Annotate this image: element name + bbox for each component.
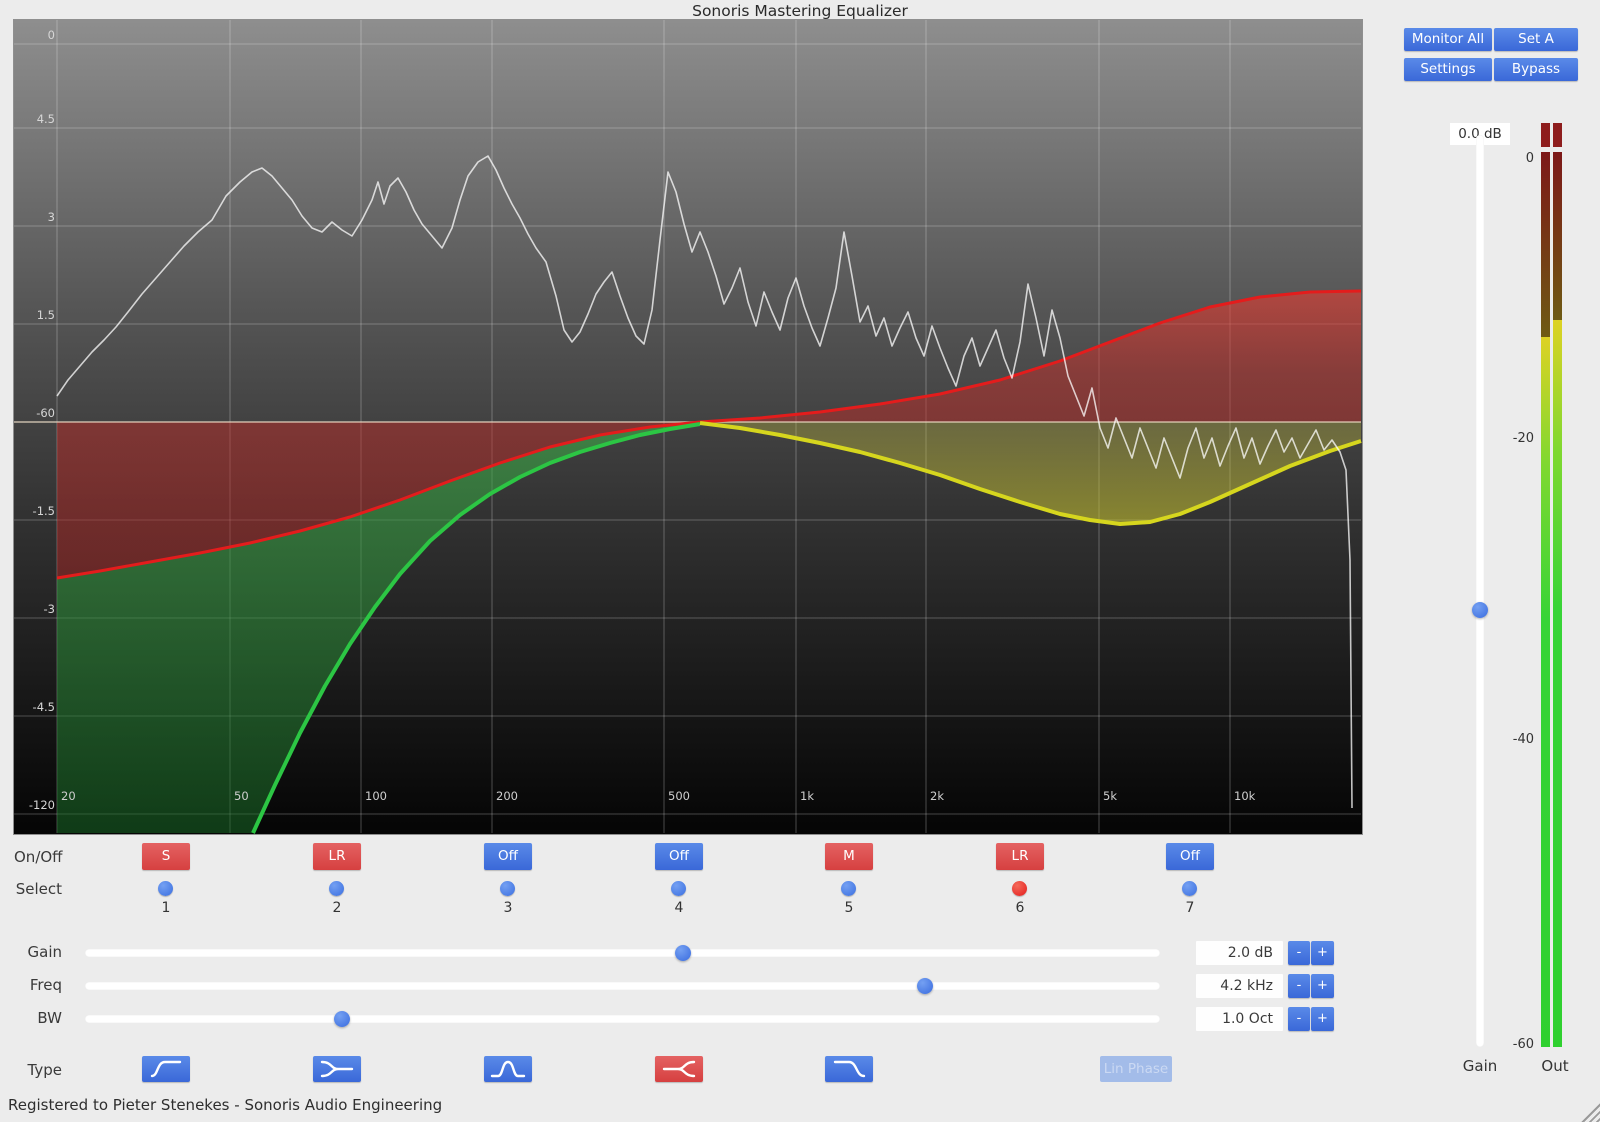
freq-axis-label: 2k [930, 789, 944, 803]
settings-button[interactable]: Settings [1404, 58, 1492, 81]
output-meter-label: Out [1533, 1057, 1577, 1075]
freq-param-label: Freq [14, 976, 62, 994]
lowpass-filter-icon [825, 1056, 873, 1082]
db-axis-label: -60 [36, 406, 55, 420]
set-a-button[interactable]: Set A [1494, 28, 1578, 51]
db-axis-label: 3 [48, 210, 55, 224]
band-2-select-radio[interactable] [329, 881, 344, 896]
freq-axis-label: 1k [800, 789, 814, 803]
band-2-number: 2 [323, 900, 351, 918]
output-gain-slider-track[interactable] [1476, 135, 1484, 1047]
bypass-button[interactable]: Bypass [1494, 58, 1578, 81]
peak-filter-icon [484, 1056, 532, 1082]
freq-axis-label: 200 [496, 789, 518, 803]
gain-value-box: 2.0 dB [1196, 941, 1283, 965]
freq-axis-label: 10k [1234, 789, 1256, 803]
gain-param-label: Gain [14, 943, 62, 961]
band-1-onoff-button[interactable]: S [142, 843, 190, 870]
bw-increment-button[interactable]: + [1311, 1007, 1334, 1031]
db-axis-label: 0 [48, 28, 55, 42]
db-axis-label: -3 [44, 602, 55, 616]
meter-scale-label: 0 [1478, 151, 1534, 167]
monitor-all-button[interactable]: Monitor All [1404, 28, 1492, 51]
freq-axis-label: 50 [234, 789, 249, 803]
highpass-filter-icon [142, 1056, 190, 1082]
band-4-select-radio[interactable] [671, 881, 686, 896]
band-7-onoff-button[interactable]: Off [1166, 843, 1214, 870]
eq-graph[interactable]: 0 4.5 3 1.5 -60 -1.5 -3 -4.5 -120 20 50 100 200 500 1k… [14, 20, 1362, 834]
freq-slider-track[interactable] [85, 982, 1160, 990]
band-5-select-radio[interactable] [841, 881, 856, 896]
eq-graph-panel[interactable]: 0 4.5 3 1.5 -60 -1.5 -3 -4.5 -120 20 50 100 200 500 1k… [13, 19, 1363, 835]
band-3-type-button[interactable] [484, 1056, 532, 1082]
band-1-type-button[interactable] [142, 1056, 190, 1082]
gain-slider-track[interactable] [85, 949, 1160, 957]
bw-value-box: 1.0 Oct [1196, 1007, 1283, 1031]
db-axis-label: 1.5 [37, 308, 55, 322]
plugin-window: Sonoris Mastering Equalizer 04.531.5-60-… [0, 0, 1600, 1122]
band-4-number: 4 [665, 900, 693, 918]
band-3-onoff-button[interactable]: Off [484, 843, 532, 870]
band-3-number: 3 [494, 900, 522, 918]
freq-value-box: 4.2 kHz [1196, 974, 1283, 998]
output-gain-slider-thumb[interactable] [1472, 602, 1488, 618]
band-7-select-radio[interactable] [1182, 881, 1197, 896]
meter-left-peak-cap [1541, 123, 1550, 147]
bw-param-label: BW [14, 1009, 62, 1027]
type-row-label: Type [14, 1061, 62, 1079]
freq-increment-button[interactable]: + [1311, 974, 1334, 998]
freq-axis-label: 20 [61, 789, 76, 803]
highshelf-filter-icon [655, 1056, 703, 1082]
band-1-select-radio[interactable] [158, 881, 173, 896]
band-6-select-radio[interactable] [1012, 881, 1027, 896]
freq-decrement-button[interactable]: - [1288, 974, 1310, 998]
meter-right-bar-upper [1553, 152, 1562, 320]
meter-right-peak-cap [1553, 123, 1562, 147]
bw-slider-track[interactable] [85, 1015, 1160, 1023]
bw-slider-thumb[interactable] [334, 1011, 350, 1027]
db-axis-label: -1.5 [33, 504, 55, 518]
band-4-type-button[interactable] [655, 1056, 703, 1082]
band-2-type-button[interactable] [313, 1056, 361, 1082]
onoff-row-label: On/Off [14, 848, 62, 866]
meter-scale-label: -20 [1478, 431, 1534, 447]
footer-registration: Registered to Pieter Stenekes - Sonoris … [8, 1096, 442, 1114]
gain-decrement-button[interactable]: - [1288, 941, 1310, 965]
freq-slider-thumb[interactable] [917, 978, 933, 994]
db-axis-label: 4.5 [37, 112, 55, 126]
band-6-number: 6 [1006, 900, 1034, 918]
band-5-type-button[interactable] [825, 1056, 873, 1082]
freq-axis-label: 100 [365, 789, 387, 803]
resize-grip[interactable] [1578, 1100, 1600, 1122]
band-5-number: 5 [835, 900, 863, 918]
meter-scale-label: -40 [1478, 732, 1534, 748]
db-axis-label: -4.5 [33, 700, 55, 714]
gain-slider-thumb[interactable] [675, 945, 691, 961]
lin-phase-button[interactable]: Lin Phase [1100, 1056, 1172, 1082]
gain-increment-button[interactable]: + [1311, 941, 1334, 965]
band-3-select-radio[interactable] [500, 881, 515, 896]
meter-right-bar-lower [1553, 320, 1562, 1047]
bw-decrement-button[interactable]: - [1288, 1007, 1310, 1031]
band-6-onoff-button[interactable]: LR [996, 843, 1044, 870]
band-4-onoff-button[interactable]: Off [655, 843, 703, 870]
band-5-onoff-button[interactable]: M [825, 843, 873, 870]
window-title: Sonoris Mastering Equalizer [0, 2, 1600, 20]
band-2-onoff-button[interactable]: LR [313, 843, 361, 870]
db-axis-label: -120 [29, 798, 55, 812]
band-7-number: 7 [1176, 900, 1204, 918]
meter-left-bar-lower [1541, 337, 1550, 1047]
freq-axis-label: 500 [668, 789, 690, 803]
lowshelf-filter-icon [313, 1056, 361, 1082]
select-row-label: Select [14, 880, 62, 898]
freq-axis-label: 5k [1103, 789, 1117, 803]
output-gain-label: Gain [1450, 1057, 1510, 1075]
meter-scale-label: -60 [1478, 1037, 1534, 1053]
band-1-number: 1 [152, 900, 180, 918]
meter-left-bar-upper [1541, 152, 1550, 337]
